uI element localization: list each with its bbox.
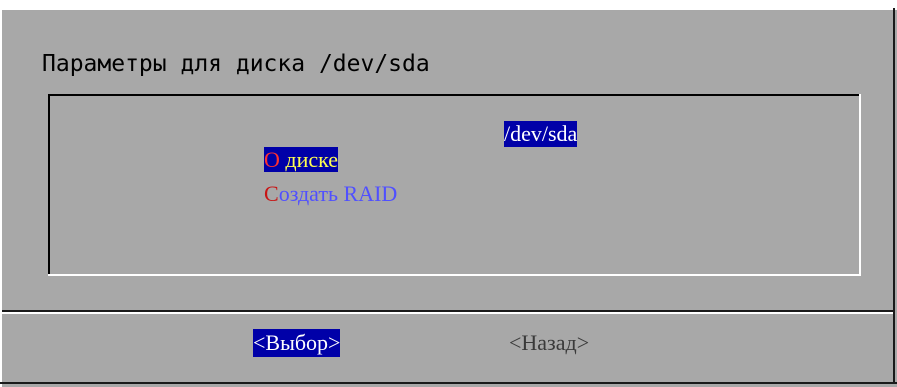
menu-box-border-left [48,94,50,276]
menu-item-label: оздать RAID [278,181,398,206]
dialog-border-top [0,8,897,10]
button-separator-light [2,312,893,314]
menu-item-description: /dev/sda [504,121,578,147]
dialog-border-right [893,8,895,384]
menu-item-hotkey: С [264,181,279,206]
dialog-border-bottom [0,382,897,384]
select-button[interactable]: <Выбор> [253,329,341,357]
back-button[interactable]: <Назад> [509,329,589,357]
menu-box-border-right [859,94,861,276]
dialog-title: Параметры для диска /dev/sda [42,51,430,77]
dialog-window: Параметры для диска /dev/sda [0,8,897,387]
dialog-border-left [0,8,2,387]
menu-box-border-bottom [48,274,861,276]
menu-list-box [48,94,861,276]
menu-item-about-disk[interactable]: О диске [253,121,339,172]
menu-item-create-raid[interactable]: Создать RAID [253,155,397,206]
menu-box-border-top [48,94,861,96]
